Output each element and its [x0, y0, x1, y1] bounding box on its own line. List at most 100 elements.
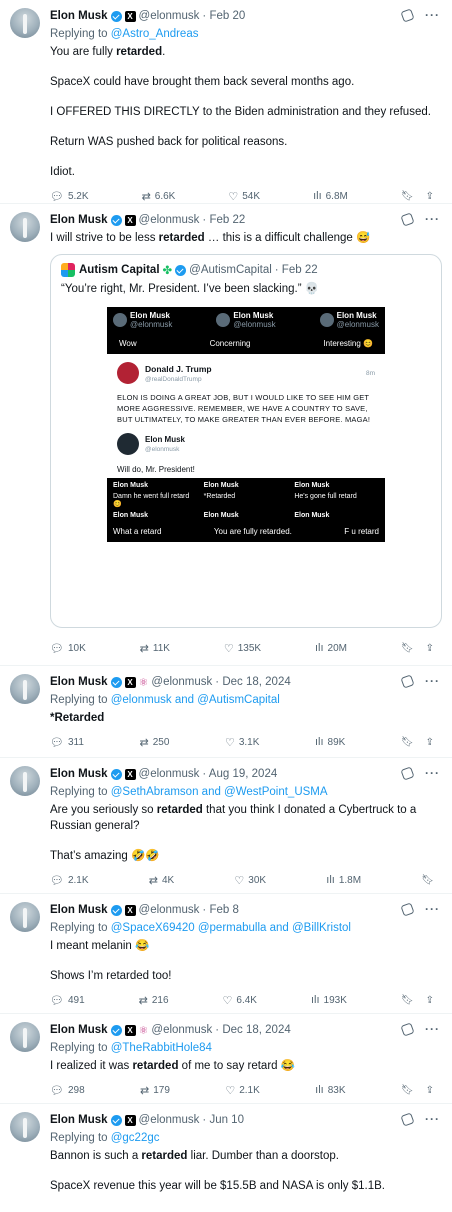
more-icon[interactable]: ···: [425, 8, 440, 22]
reply-button[interactable]: 💬︎ 311: [50, 736, 84, 749]
bookmark-icon[interactable]: 🔖︎: [401, 737, 414, 748]
replying-handle-link[interactable]: @gc22gc: [111, 1132, 160, 1144]
replying-handle-link[interactable]: @Astro_Andreas: [111, 28, 199, 40]
more-icon[interactable]: ···: [425, 766, 440, 780]
tweet[interactable]: Elon Musk X @elonmusk · Feb 22 ··· I wil…: [0, 204, 452, 666]
tweet[interactable]: Elon Musk X @elonmusk · Aug 19, 2024 ···…: [0, 758, 452, 894]
author-handle[interactable]: @elonmusk: [139, 904, 200, 916]
author-name[interactable]: Elon Musk: [50, 1024, 108, 1036]
reply-button[interactable]: 💬︎ 10K: [50, 642, 86, 655]
avatar[interactable]: [10, 902, 40, 932]
grok-icon[interactable]: [400, 1022, 415, 1037]
bookmark-icon[interactable]: 🔖︎: [401, 643, 414, 654]
more-icon[interactable]: ···: [425, 902, 440, 916]
replying-handle-link[interactable]: @SpaceX69420 @permabulla and @BillKristo…: [111, 922, 351, 934]
more-icon[interactable]: ···: [425, 212, 440, 226]
avatar[interactable]: [10, 674, 40, 704]
tweet-date[interactable]: · Aug 19, 2024: [202, 768, 277, 780]
repost-button[interactable]: ⇄ 6.6K: [142, 190, 176, 203]
quote-author-handle[interactable]: @AutismCapital: [189, 264, 272, 276]
author-handle[interactable]: @elonmusk: [151, 676, 212, 688]
tweet-date[interactable]: · Feb 22: [202, 214, 245, 226]
author-handle[interactable]: @elonmusk: [139, 214, 200, 226]
tweet[interactable]: Elon Musk X @elonmusk · Feb 8 ··· Replyi…: [0, 894, 452, 1014]
share-icon[interactable]: ⇪: [426, 191, 434, 202]
grok-icon[interactable]: [400, 212, 415, 227]
author-name[interactable]: Elon Musk: [50, 10, 108, 22]
grok-icon[interactable]: [400, 766, 415, 781]
meme-image[interactable]: Elon Musk @elonmusk Elon Musk @elonmusk El…: [107, 307, 385, 542]
avatar[interactable]: [10, 8, 40, 38]
views-button[interactable]: ılı 1.8M: [326, 874, 361, 886]
grok-icon[interactable]: [400, 8, 415, 23]
quote-author-name[interactable]: Autism Capital: [79, 264, 160, 276]
repost-button[interactable]: ⇄ 250: [139, 736, 169, 749]
grok-icon[interactable]: [400, 1112, 415, 1127]
action-bar: 💬︎ 311 ⇄ 250 ♡ 3.1K ılı 89K 🔖︎ ⇪: [50, 726, 442, 758]
share-icon[interactable]: ⇪: [426, 643, 434, 654]
share-icon[interactable]: ⇪: [426, 737, 434, 748]
quoted-tweet[interactable]: Autism Capital ✤ @AutismCapital · Feb 22…: [50, 254, 442, 628]
grok-icon[interactable]: [400, 674, 415, 689]
tweet[interactable]: Elon Musk X ⚛ @elonmusk · Dec 18, 2024 ·…: [0, 666, 452, 758]
bookmark-icon[interactable]: 🔖︎: [401, 191, 414, 202]
reply-button[interactable]: 💬︎ 491: [50, 994, 85, 1007]
tweet-date[interactable]: · Feb 8: [202, 904, 238, 916]
tweet-date[interactable]: · Feb 20: [202, 10, 245, 22]
like-button[interactable]: ♡ 135K: [224, 642, 261, 655]
author-handle[interactable]: @elonmusk: [139, 1114, 200, 1126]
more-icon[interactable]: ···: [425, 1022, 440, 1036]
views-button[interactable]: ılı 193K: [311, 994, 347, 1006]
text-bold: *Retarded: [50, 712, 105, 724]
author-handle[interactable]: @elonmusk: [139, 768, 200, 780]
more-icon[interactable]: ···: [425, 1112, 440, 1126]
tweet[interactable]: Elon Musk X ⚛ @elonmusk · Dec 18, 2024 ·…: [0, 1014, 452, 1104]
tweet-date[interactable]: · Dec 18, 2024: [215, 676, 290, 688]
reply-button[interactable]: 💬︎ 298: [50, 1084, 85, 1097]
like-button[interactable]: ♡ 6.4K: [223, 994, 257, 1007]
tweet-date[interactable]: · Dec 18, 2024: [215, 1024, 290, 1036]
reply-button[interactable]: 💬︎ 5.2K: [50, 190, 89, 203]
replying-handle-link[interactable]: @elonmusk and @AutismCapital: [111, 694, 280, 706]
like-button[interactable]: ♡ 54K: [228, 190, 260, 203]
replying-handle-link[interactable]: @SethAbramson and @WestPoint_USMA: [111, 786, 328, 798]
avatar[interactable]: [10, 1022, 40, 1052]
like-button[interactable]: ♡ 2.1K: [225, 1084, 259, 1097]
bookmark-icon[interactable]: 🔖︎: [421, 875, 434, 886]
author-name[interactable]: Elon Musk: [50, 1114, 108, 1126]
repost-button[interactable]: ⇄ 4K: [149, 874, 174, 887]
text-segment: I meant melanin 😂: [50, 940, 150, 952]
author-name[interactable]: Elon Musk: [50, 676, 108, 688]
like-button[interactable]: ♡ 3.1K: [225, 736, 259, 749]
reply-button[interactable]: 💬︎ 2.1K: [50, 874, 89, 887]
quote-avatar[interactable]: [61, 263, 75, 277]
tweet-date[interactable]: · Jun 10: [202, 1114, 244, 1126]
like-button[interactable]: ♡ 30K: [234, 874, 266, 887]
grok-icon[interactable]: [400, 902, 415, 917]
repost-button[interactable]: ⇄ 216: [139, 994, 169, 1007]
share-icon[interactable]: ⇪: [426, 995, 434, 1006]
repost-button[interactable]: ⇄ 179: [140, 1084, 170, 1097]
views-button[interactable]: ılı 6.8M: [313, 190, 348, 202]
avatar[interactable]: [10, 1112, 40, 1142]
tweet[interactable]: Elon Musk X @elonmusk · Feb 20 ··· Reply…: [0, 0, 452, 204]
author-name[interactable]: Elon Musk: [50, 904, 108, 916]
avatar[interactable]: [10, 766, 40, 796]
author-name[interactable]: Elon Musk: [50, 214, 108, 226]
avatar[interactable]: [10, 212, 40, 242]
author-handle[interactable]: @elonmusk: [151, 1024, 212, 1036]
bookmark-icon[interactable]: 🔖︎: [401, 1085, 414, 1096]
author-handle[interactable]: @elonmusk: [139, 10, 200, 22]
share-icon[interactable]: ⇪: [426, 1085, 434, 1096]
verified-icon: [110, 214, 122, 226]
bookmark-icon[interactable]: 🔖︎: [401, 995, 414, 1006]
views-button[interactable]: ılı 89K: [315, 736, 345, 748]
replying-handle-link[interactable]: @TheRabbitHole84: [111, 1042, 212, 1054]
views-button[interactable]: ılı 83K: [315, 1084, 345, 1096]
tweet[interactable]: Elon Musk X @elonmusk · Jun 10 ··· Reply…: [0, 1104, 452, 1208]
views-button[interactable]: ılı 20M: [315, 642, 347, 654]
author-name[interactable]: Elon Musk: [50, 768, 108, 780]
repost-button[interactable]: ⇄ 11K: [140, 642, 170, 655]
more-icon[interactable]: ···: [425, 674, 440, 688]
heart-icon: ♡: [228, 190, 239, 203]
